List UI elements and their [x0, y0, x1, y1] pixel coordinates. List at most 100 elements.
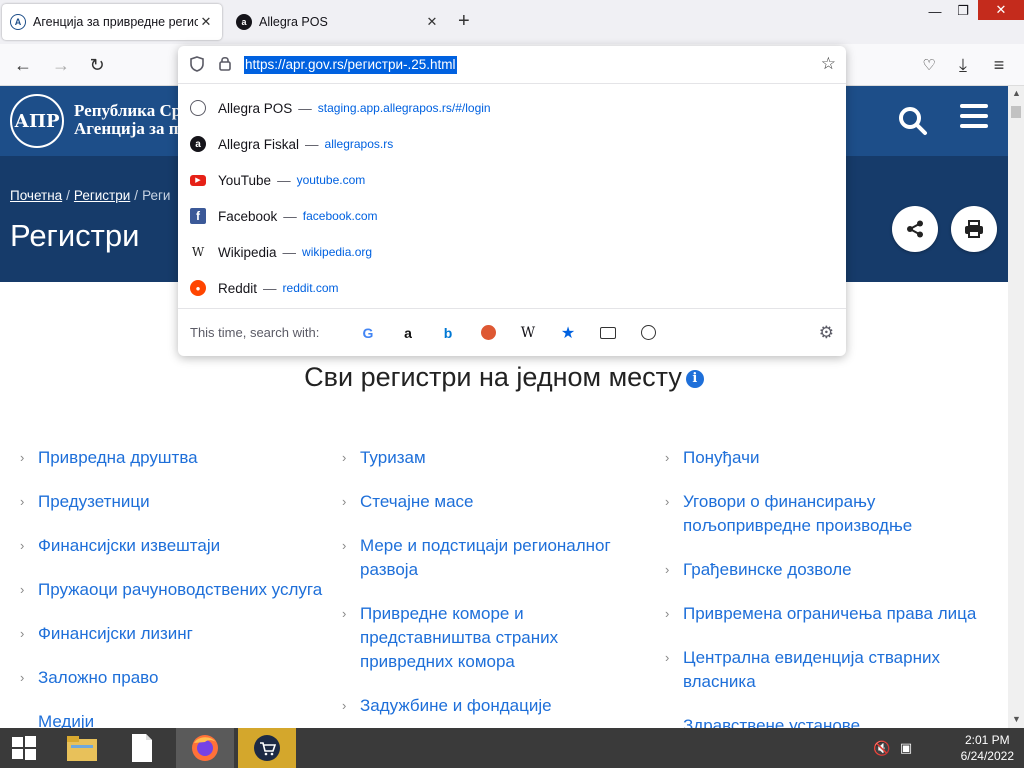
- pos-app-taskbar-button[interactable]: [238, 728, 296, 768]
- register-link[interactable]: › Привремена ограничења права лица: [665, 602, 993, 626]
- suggestion-item[interactable]: Allegra POS — staging.app.allegrapos.rs/#/…: [178, 90, 846, 126]
- register-link[interactable]: › Предузетници: [20, 490, 328, 514]
- address-bar[interactable]: https://apr.gov.rs/регистри-.25.html ☆: [178, 46, 846, 84]
- register-link[interactable]: › Грађевинске дозволе: [665, 558, 983, 582]
- share-icon: [907, 220, 923, 238]
- suggestion-url: youtube.com: [296, 173, 366, 187]
- suggestion-url: allegrapos.rs: [324, 137, 394, 151]
- breadcrumb-home-link[interactable]: Почетна: [10, 188, 62, 203]
- scrollbar-thumb[interactable]: [1011, 106, 1021, 118]
- register-link[interactable]: › Финансијски извештаји: [20, 534, 328, 558]
- suggestion-name: Allegra POS: [218, 100, 293, 116]
- bing-icon[interactable]: b: [428, 321, 468, 345]
- bookmarks-search-icon[interactable]: ★: [548, 321, 588, 345]
- close-window-button[interactable]: ✕: [978, 0, 1024, 20]
- scroll-up-icon[interactable]: ▲: [1012, 88, 1021, 98]
- url-input[interactable]: https://apr.gov.rs/регистри-.25.html: [244, 56, 457, 74]
- windows-logo-icon: [12, 736, 36, 760]
- register-link[interactable]: › Туризам: [342, 446, 630, 470]
- suggestion-name: Reddit: [218, 280, 258, 296]
- register-link[interactable]: › Мере и подстицаји регионалног развоја: [342, 534, 630, 582]
- new-tab-button[interactable]: +: [458, 10, 470, 33]
- restore-button[interactable]: ❐: [952, 0, 974, 22]
- chevron-right-icon: ›: [20, 538, 25, 553]
- share-button[interactable]: [892, 206, 938, 252]
- taskbar-clock[interactable]: 2:01 PM 6/24/2022: [961, 732, 1014, 764]
- register-link[interactable]: › Задужбине и фондације: [342, 694, 630, 718]
- chevron-right-icon: ›: [665, 450, 670, 465]
- document-icon[interactable]: [120, 728, 164, 768]
- speaker-muted-icon[interactable]: 🔇: [872, 728, 892, 768]
- register-link[interactable]: › Пружаоци рачуноводствених услуга: [20, 578, 328, 602]
- register-link[interactable]: › Стечајне масе: [342, 490, 630, 514]
- chevron-right-icon: ›: [665, 494, 670, 509]
- reddit-icon: ●: [190, 280, 206, 296]
- pocket-icon[interactable]: ♡: [916, 52, 942, 78]
- chevron-right-icon: ›: [342, 538, 347, 553]
- file-explorer-icon[interactable]: [60, 728, 104, 768]
- suggestion-item[interactable]: ● Reddit — reddit.com: [178, 270, 846, 306]
- amazon-icon[interactable]: a: [388, 321, 428, 345]
- close-tab-icon[interactable]: ✕: [424, 14, 440, 30]
- suggestion-url: reddit.com: [282, 281, 339, 295]
- suggestion-name: Wikipedia: [218, 244, 277, 260]
- chevron-right-icon: ›: [665, 562, 670, 577]
- suggestion-url: facebook.com: [302, 209, 378, 223]
- register-link[interactable]: › Понуђачи: [665, 446, 983, 470]
- firefox-icon: [192, 735, 218, 761]
- hamburger-menu-icon[interactable]: [960, 104, 988, 128]
- register-link[interactable]: › Централна евиденција стварних власника: [665, 646, 943, 694]
- close-tab-icon[interactable]: ✕: [198, 14, 214, 30]
- history-search-icon[interactable]: [628, 321, 668, 345]
- wikipedia-search-icon[interactable]: W: [508, 321, 548, 345]
- scroll-down-icon[interactable]: ▼: [1012, 714, 1021, 724]
- duckduckgo-icon[interactable]: [468, 321, 508, 345]
- tracking-protection-icon[interactable]: [190, 56, 204, 75]
- register-link[interactable]: › Привредна друштва: [20, 446, 328, 470]
- search-icon[interactable]: [898, 106, 928, 143]
- suggestion-item[interactable]: f Facebook — facebook.com: [178, 198, 846, 234]
- breadcrumb-registers-link[interactable]: Регистри: [74, 188, 130, 203]
- reload-button[interactable]: ↻: [84, 52, 110, 78]
- page-title: Регистри: [10, 218, 140, 253]
- info-icon[interactable]: i: [685, 369, 704, 388]
- suggestion-item[interactable]: ▶ YouTube — youtube.com: [178, 162, 846, 198]
- network-icon[interactable]: ▣: [896, 728, 916, 768]
- globe-icon: [190, 100, 206, 116]
- clock-time: 2:01 PM: [964, 733, 1010, 747]
- suggestion-item[interactable]: a Allegra Fiskal — allegrapos.rs: [178, 126, 846, 162]
- menu-icon[interactable]: ≡: [986, 52, 1012, 78]
- tab-apr[interactable]: A Агенција за привредне регист ✕: [2, 4, 222, 40]
- register-link[interactable]: › Финансијски лизинг: [20, 622, 328, 646]
- tab-title: Агенција за привредне регист: [33, 15, 198, 29]
- google-icon[interactable]: G: [348, 321, 388, 345]
- chevron-right-icon: ›: [342, 606, 347, 621]
- clock-date: 6/24/2022: [960, 749, 1014, 763]
- gear-icon[interactable]: ⚙: [819, 323, 834, 343]
- lock-icon[interactable]: [218, 55, 232, 74]
- tab-title: Allegra POS: [259, 15, 328, 29]
- chevron-right-icon: ›: [20, 670, 25, 685]
- register-link[interactable]: › Уговори о финансирању пољопривредне про…: [665, 490, 923, 538]
- minimize-button[interactable]: —: [918, 0, 952, 22]
- register-link[interactable]: › Привредне коморе и представништва стран…: [342, 602, 580, 674]
- register-link[interactable]: ›Медији: [38, 710, 328, 728]
- bookmark-star-icon[interactable]: ☆: [821, 54, 836, 74]
- tabs-search-icon[interactable]: [588, 321, 628, 345]
- start-button[interactable]: [6, 728, 42, 768]
- forward-button[interactable]: →: [48, 52, 74, 78]
- downloads-icon[interactable]: ⤓: [950, 52, 976, 78]
- suggestion-name: YouTube: [218, 172, 272, 188]
- back-button[interactable]: ←: [10, 52, 36, 78]
- tab-allegra-pos[interactable]: a Allegra POS ✕: [228, 4, 448, 40]
- apr-logo[interactable]: АПР: [10, 94, 64, 148]
- suggestion-item[interactable]: W Wikipedia — wikipedia.org: [178, 234, 846, 270]
- firefox-taskbar-button[interactable]: [176, 728, 234, 768]
- page-scrollbar[interactable]: ▲ ▼: [1008, 86, 1024, 728]
- shopping-cart-icon: [254, 735, 280, 761]
- print-button[interactable]: [951, 206, 997, 252]
- chevron-right-icon: ›: [20, 450, 25, 465]
- register-link[interactable]: ›Здравствене установе: [683, 714, 983, 728]
- register-link[interactable]: › Заложно право: [20, 666, 328, 690]
- allegra-favicon-icon: a: [236, 14, 252, 30]
